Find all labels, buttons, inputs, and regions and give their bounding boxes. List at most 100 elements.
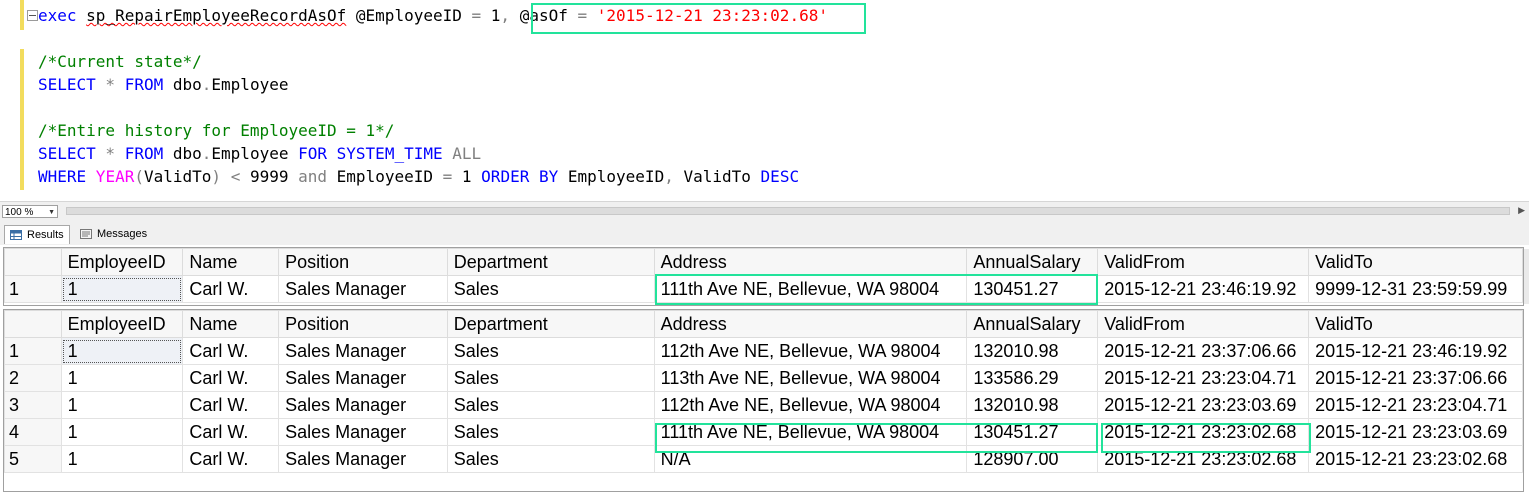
table-row[interactable]: 1 1 Carl W. Sales Manager Sales 111th Ave NE,… <box>4 275 1523 303</box>
messages-icon <box>80 229 92 239</box>
column-header[interactable]: ValidTo <box>1308 248 1523 276</box>
table-row[interactable]: 1 1 Carl W. Sales Manager Sales 112th Ave NE,… <box>4 337 1523 365</box>
grid-cell[interactable]: 128907.00 <box>966 445 1099 473</box>
grid-cell[interactable]: Sales Manager <box>278 364 448 392</box>
column-header[interactable]: ValidTo <box>1308 310 1523 338</box>
grid-cell[interactable]: 1 <box>60 445 184 473</box>
grid-cell[interactable]: 130451.27 <box>966 275 1099 303</box>
tab-messages-label: Messages <box>97 228 148 240</box>
zoom-select[interactable]: 100 % ▼ <box>2 205 58 218</box>
grid-cell[interactable]: Carl W. <box>182 364 280 392</box>
grid-cell[interactable]: Sales <box>446 445 655 473</box>
grid-cell[interactable]: 2015-12-21 23:23:02.68 <box>1308 445 1523 473</box>
grid-cell[interactable]: Carl W. <box>182 445 280 473</box>
grid-icon <box>10 230 22 240</box>
column-header[interactable]: ValidFrom <box>1097 248 1310 276</box>
code-line-1[interactable]: exec sp_RepairEmployeeRecordAsOf @Employ… <box>38 4 828 27</box>
tab-messages[interactable]: Messages <box>75 225 150 244</box>
collapse-minus-icon[interactable] <box>27 10 38 21</box>
grid-cell[interactable]: Sales Manager <box>278 445 448 473</box>
grid-cell[interactable]: 133586.29 <box>966 364 1099 392</box>
column-header[interactable]: Address <box>653 310 968 338</box>
column-header[interactable]: Position <box>278 310 448 338</box>
grid-cell[interactable]: 2015-12-21 23:46:19.92 <box>1097 275 1310 303</box>
grid-cell[interactable]: 2015-12-21 23:23:02.68 <box>1097 418 1310 446</box>
row-number[interactable]: 1 <box>4 337 62 365</box>
grid-cell[interactable]: Carl W. <box>182 275 280 303</box>
row-number[interactable]: 5 <box>4 445 62 473</box>
zoom-bar: 100 % ▼ ▶ <box>0 201 1529 221</box>
code-line-comment-current[interactable]: /*Current state*/ <box>38 50 202 73</box>
code-line-comment-history[interactable]: /*Entire history for EmployeeID = 1*/ <box>38 119 394 142</box>
grid-cell[interactable]: 2015-12-21 23:23:02.68 <box>1097 445 1310 473</box>
row-number[interactable]: 2 <box>4 364 62 392</box>
grid-cell[interactable]: Sales Manager <box>278 391 448 419</box>
grid-cell[interactable]: 2015-12-21 23:46:19.92 <box>1308 337 1523 365</box>
grid-cell[interactable]: 112th Ave NE, Bellevue, WA 98004 <box>653 337 968 365</box>
grid-cell[interactable]: 1 <box>60 364 184 392</box>
column-header[interactable]: Department <box>446 248 655 276</box>
tab-results[interactable]: Results <box>4 225 70 244</box>
column-header[interactable]: AnnualSalary <box>966 310 1099 338</box>
grid-cell[interactable]: Carl W. <box>182 391 280 419</box>
grid-cell[interactable]: Carl W. <box>182 337 280 365</box>
code-line-select-history[interactable]: SELECT * FROM dbo.Employee FOR SYSTEM_TI… <box>38 142 481 165</box>
row-number[interactable]: 4 <box>4 418 62 446</box>
result-grid-current[interactable]: EmployeeID Name Position Department Addr… <box>3 247 1524 306</box>
grid-cell[interactable]: N/A <box>653 445 968 473</box>
grid-cell[interactable]: 2015-12-21 23:23:04.71 <box>1308 391 1523 419</box>
column-header[interactable]: Name <box>182 310 280 338</box>
grid-cell[interactable]: 111th Ave NE, Bellevue, WA 98004 <box>653 275 968 303</box>
grid-cell[interactable]: Carl W. <box>182 418 280 446</box>
grid-cell[interactable]: 2015-12-21 23:37:06.66 <box>1097 337 1310 365</box>
scroll-right-icon[interactable]: ▶ <box>1518 205 1525 216</box>
column-header[interactable]: Department <box>446 310 655 338</box>
grid-cell[interactable]: 1 <box>60 391 184 419</box>
row-number[interactable]: 1 <box>4 275 62 303</box>
horizontal-scrollbar[interactable] <box>66 207 1510 215</box>
column-header[interactable]: Address <box>653 248 968 276</box>
column-header[interactable]: EmployeeID <box>60 310 184 338</box>
grid-cell[interactable]: 2015-12-21 23:23:04.71 <box>1097 364 1310 392</box>
grid-cell[interactable]: Sales <box>446 418 655 446</box>
column-header[interactable]: EmployeeID <box>60 248 184 276</box>
grid-cell[interactable]: 112th Ave NE, Bellevue, WA 98004 <box>653 391 968 419</box>
grid-cell[interactable]: 111th Ave NE, Bellevue, WA 98004 <box>653 418 968 446</box>
table-row[interactable]: 5 1 Carl W. Sales Manager Sales N/A 128907.00 2… <box>4 445 1523 473</box>
grid-cell[interactable]: 130451.27 <box>966 418 1099 446</box>
sql-editor[interactable]: exec sp_RepairEmployeeRecordAsOf @Employ… <box>0 0 1529 201</box>
grid-cell[interactable]: 2015-12-21 23:37:06.66 <box>1308 364 1523 392</box>
grid-cell[interactable]: 113th Ave NE, Bellevue, WA 98004 <box>653 364 968 392</box>
grid-cell[interactable]: 132010.98 <box>966 391 1099 419</box>
grid-cell[interactable]: 132010.98 <box>966 337 1099 365</box>
grid-cell[interactable]: Sales Manager <box>278 418 448 446</box>
code-line-select-current[interactable]: SELECT * FROM dbo.Employee <box>38 73 288 96</box>
grid-cell[interactable]: Sales <box>446 337 655 365</box>
column-header[interactable]: ValidFrom <box>1097 310 1310 338</box>
grid-cell[interactable]: Sales Manager <box>278 275 448 303</box>
column-header[interactable]: Name <box>182 248 280 276</box>
change-marker <box>20 0 24 30</box>
grid-cell[interactable]: 1 <box>60 275 184 303</box>
grid-cell[interactable]: 2015-12-21 23:23:03.69 <box>1308 418 1523 446</box>
row-number[interactable]: 3 <box>4 391 62 419</box>
grid-cell[interactable]: Sales <box>446 364 655 392</box>
grid-cell[interactable]: 9999-12-31 23:59:59.99 <box>1308 275 1523 303</box>
column-header[interactable]: Position <box>278 248 448 276</box>
table-row[interactable]: 3 1 Carl W. Sales Manager Sales 112th Ave NE,… <box>4 391 1523 419</box>
table-row[interactable]: 4 1 Carl W. Sales Manager Sales 111th Ave NE,… <box>4 418 1523 446</box>
grid-cell[interactable]: 1 <box>60 418 184 446</box>
result-grid-history[interactable]: EmployeeID Name Position Department Addr… <box>3 309 1524 492</box>
grid-cell[interactable]: Sales Manager <box>278 337 448 365</box>
table-row[interactable]: 2 1 Carl W. Sales Manager Sales 113th Ave NE,… <box>4 364 1523 392</box>
grid-cell[interactable]: 2015-12-21 23:23:03.69 <box>1097 391 1310 419</box>
vertical-scrollbar[interactable] <box>1524 249 1529 304</box>
chevron-down-icon: ▼ <box>48 209 55 216</box>
grid-header-row: EmployeeID Name Position Department Addr… <box>4 248 1523 276</box>
grid-cell[interactable]: 1 <box>60 337 184 365</box>
grid-cell[interactable]: Sales <box>446 391 655 419</box>
grid-cell[interactable]: Sales <box>446 275 655 303</box>
column-header[interactable]: AnnualSalary <box>966 248 1099 276</box>
code-line-where[interactable]: WHERE YEAR(ValidTo) < 9999 and EmployeeI… <box>38 165 799 188</box>
change-marker <box>20 49 24 190</box>
